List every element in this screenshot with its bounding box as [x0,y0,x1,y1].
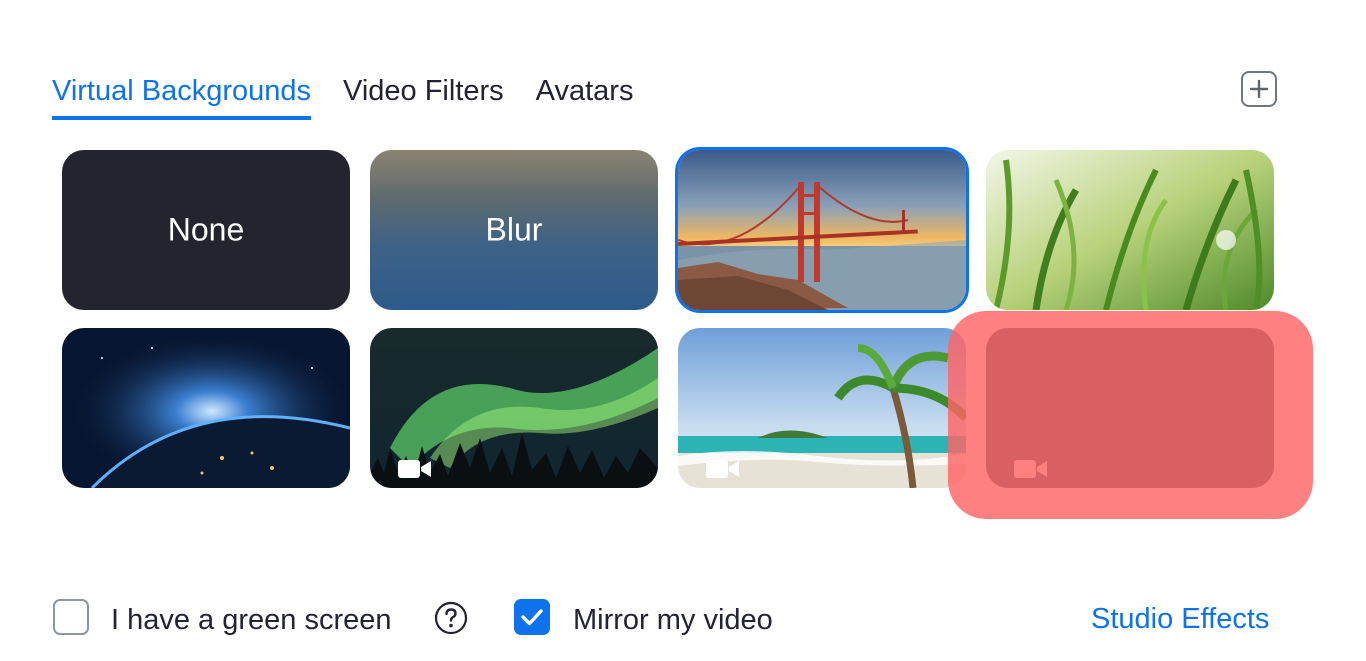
green-screen-checkbox[interactable] [53,599,89,635]
tab-avatars[interactable]: Avatars [536,72,634,120]
studio-effects-link[interactable]: Studio Effects [1091,600,1269,638]
background-beach-palm[interactable] [678,328,966,488]
mirror-video-checkbox[interactable] [514,599,550,635]
background-blur[interactable]: Blur [370,150,658,310]
video-camera-icon [398,460,431,478]
mirror-video-label[interactable]: Mirror my video [573,601,773,639]
background-blur-label: Blur [485,211,543,248]
background-golden-gate-bridge[interactable] [675,147,969,313]
effects-tabs: Virtual Backgrounds Video Filters Avatar… [52,72,633,120]
background-earth-from-space[interactable] [62,328,350,488]
background-grass[interactable] [986,150,1274,310]
tab-virtual-backgrounds[interactable]: Virtual Backgrounds [52,72,312,120]
background-aurora[interactable] [370,328,658,488]
golden-gate-bridge-image [678,150,966,310]
grass-image [986,150,1274,310]
video-camera-icon [706,460,739,478]
green-screen-label[interactable]: I have a green screen [111,601,392,639]
checkmark-icon [521,609,543,626]
add-background-button[interactable] [1241,71,1277,107]
virtual-background-settings: Virtual Backgrounds Video Filters Avatar… [0,0,1366,661]
redaction-overlay [948,311,1313,519]
background-none-label: None [167,211,245,248]
plus-icon [1249,79,1269,99]
tab-video-filters[interactable]: Video Filters [343,72,504,120]
help-icon[interactable] [434,601,468,635]
earth-from-space-image [62,328,350,488]
background-none[interactable]: None [62,150,350,310]
